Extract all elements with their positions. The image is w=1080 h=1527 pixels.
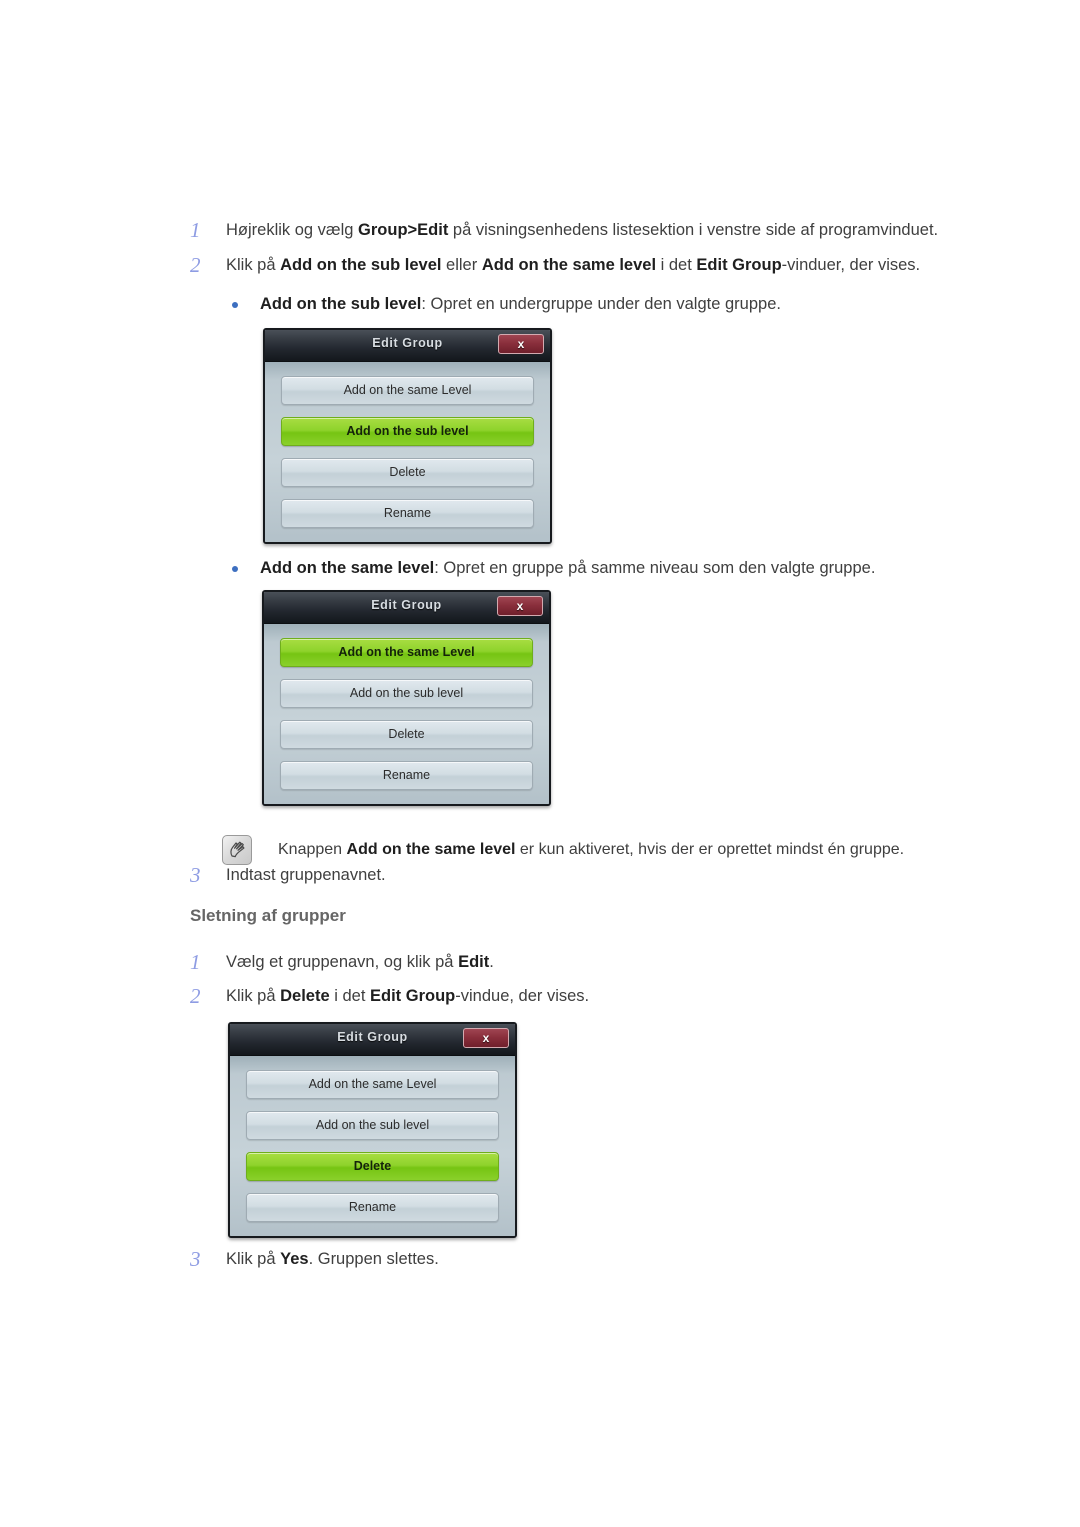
step-item: 1 Højreklik og vælg Group>Edit på visnin…	[0, 218, 1080, 242]
note-text: Knappen Add on the same level er kun akt…	[278, 841, 905, 858]
rename-button[interactable]: Rename	[280, 761, 533, 790]
bullet-item: Add on the sub level: Opret en undergrup…	[0, 293, 1080, 316]
section-heading: Sletning af grupper	[190, 906, 346, 925]
rename-button[interactable]: Rename	[281, 499, 534, 528]
add-on-same-level-button[interactable]: Add on the same Level	[281, 376, 534, 405]
delete-button[interactable]: Delete	[246, 1152, 499, 1181]
dialog-same-level: Edit Group x Add on the same Level Add o…	[262, 590, 551, 806]
add-on-sub-level-button[interactable]: Add on the sub level	[281, 417, 534, 446]
close-icon[interactable]: x	[463, 1028, 509, 1048]
add-on-sub-level-button[interactable]: Add on the sub level	[280, 679, 533, 708]
dialog-body: Add on the same Level Add on the sub lev…	[265, 362, 550, 542]
dialog-body: Add on the same Level Add on the sub lev…	[264, 624, 549, 804]
dialog-sub-level: Edit Group x Add on the same Level Add o…	[263, 328, 552, 544]
rename-button[interactable]: Rename	[246, 1193, 499, 1222]
note-hand-icon	[222, 835, 252, 865]
step-number: 1	[190, 950, 201, 974]
dialog-titlebar: Edit Group x	[264, 592, 549, 624]
step-text: Klik på Delete i det Edit Group-vindue, …	[226, 987, 590, 1005]
delete-button[interactable]: Delete	[281, 458, 534, 487]
delete-button[interactable]: Delete	[280, 720, 533, 749]
step-text: Højreklik og vælg Group>Edit på visnings…	[226, 221, 939, 239]
step-number: 3	[190, 1247, 201, 1271]
step-item: 3 Indtast gruppenavnet.	[0, 863, 1080, 887]
step-number: 2	[190, 984, 201, 1008]
step-text: Indtast gruppenavnet.	[226, 866, 386, 884]
add-on-same-level-button[interactable]: Add on the same Level	[280, 638, 533, 667]
step-number: 1	[190, 218, 201, 242]
add-on-sub-level-button[interactable]: Add on the sub level	[246, 1111, 499, 1140]
dialog-titlebar: Edit Group x	[265, 330, 550, 362]
bullet-item: Add on the same level: Opret en gruppe p…	[0, 557, 1080, 580]
close-icon[interactable]: x	[498, 334, 544, 354]
dialog-titlebar: Edit Group x	[230, 1024, 515, 1056]
manual-page: 1 Højreklik og vælg Group>Edit på visnin…	[0, 0, 1080, 1527]
step-item: 3 Klik på Yes. Gruppen slettes.	[0, 1247, 1080, 1271]
step-text: Vælg et gruppenavn, og klik på Edit.	[226, 953, 494, 971]
dialog-delete: Edit Group x Add on the same Level Add o…	[228, 1022, 517, 1238]
step-item: 2 Klik på Delete i det Edit Group-vindue…	[0, 984, 1080, 1008]
step-item: 1 Vælg et gruppenavn, og klik på Edit.	[0, 950, 1080, 974]
step-number: 2	[190, 253, 201, 277]
dialog-body: Add on the same Level Add on the sub lev…	[230, 1056, 515, 1236]
step-number: 3	[190, 863, 201, 887]
note-callout: Knappen Add on the same level er kun akt…	[0, 835, 1080, 865]
add-on-same-level-button[interactable]: Add on the same Level	[246, 1070, 499, 1099]
close-icon[interactable]: x	[497, 596, 543, 616]
step-text: Klik på Add on the sub level eller Add o…	[226, 256, 921, 274]
step-item: 2 Klik på Add on the sub level eller Add…	[0, 253, 1080, 277]
bullet-dot-icon	[232, 302, 238, 308]
step-text: Klik på Yes. Gruppen slettes.	[226, 1250, 439, 1268]
bullet-text: Add on the same level: Opret en gruppe p…	[260, 559, 876, 577]
bullet-text: Add on the sub level: Opret en undergrup…	[260, 295, 781, 313]
bullet-dot-icon	[232, 566, 238, 572]
